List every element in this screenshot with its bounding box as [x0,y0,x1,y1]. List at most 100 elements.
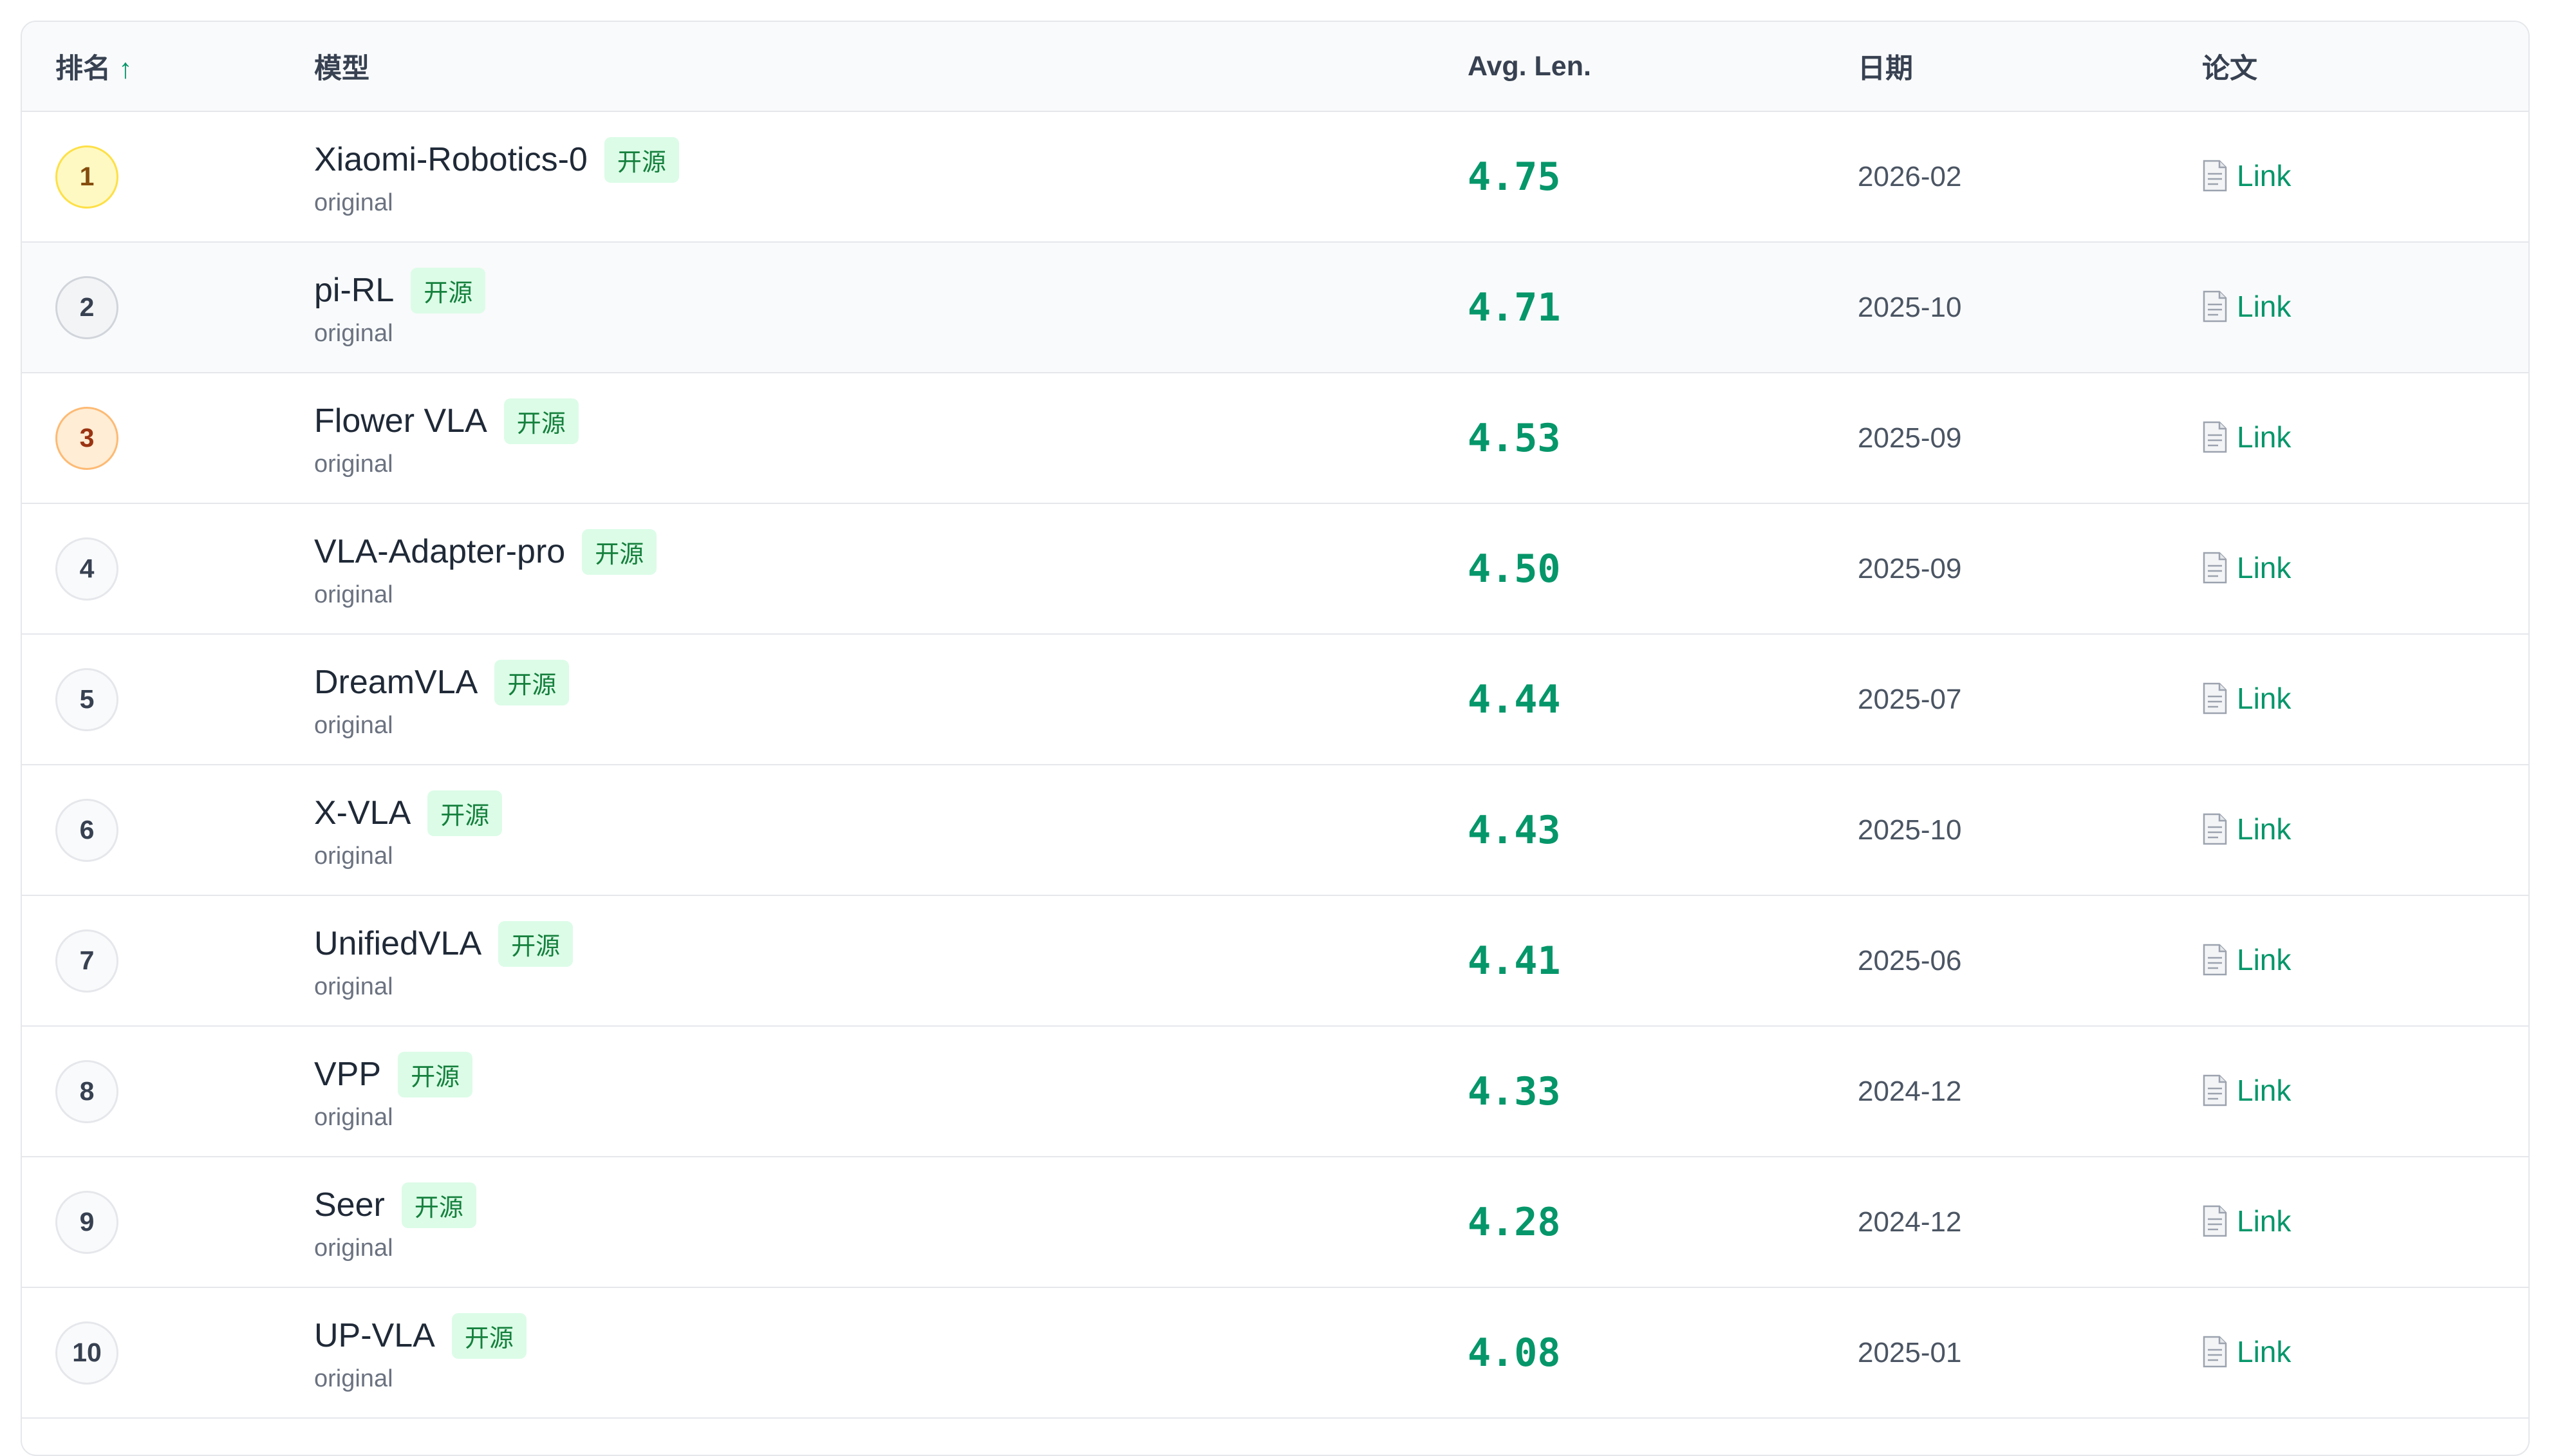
rank-cell: 4 [22,537,314,601]
document-icon [2203,1074,2227,1106]
model-name: UnifiedVLA [314,925,482,962]
rank-header-label: 排名 [55,53,111,84]
paper-link[interactable]: Link [2202,289,2291,324]
open-source-badge: 开源 [494,659,570,705]
rank-badge: 2 [55,275,118,339]
avg-len-cell: 4.08 [1468,1330,1858,1376]
date-cell: 2025-09 [1858,553,2202,585]
model-variant: original [314,1365,393,1392]
open-source-badge: 开源 [604,136,679,183]
paper-link[interactable]: Link [2202,158,2291,193]
paper-cell: Link [2202,420,2528,456]
model-cell: X-VLA 开源 original [314,790,1468,870]
avg-len-value: 4.71 [1468,285,1561,330]
table-row: 5 DreamVLA 开源 original 4.44 2025-07 Link [22,635,2528,765]
model-name: UP-VLA [314,1317,435,1354]
column-header-rank[interactable]: 排名 ↑ [22,46,314,86]
column-header-model[interactable]: 模型 [314,46,1468,86]
model-name: DreamVLA [314,664,478,701]
paper-link-label: Link [2237,1204,2292,1238]
paper-link-label: Link [2237,290,2292,323]
avg-len-value: 4.53 [1468,415,1561,461]
date-value: 2024-12 [1858,1075,1962,1107]
document-icon [2203,421,2227,453]
rank-cell: 9 [22,1190,314,1254]
rank-cell: 8 [22,1059,314,1123]
model-variant: original [314,711,393,739]
model-variant: original [314,319,393,347]
rank-badge: 8 [55,1059,118,1123]
avg-len-cell: 4.44 [1468,677,1858,722]
open-source-badge: 开源 [498,920,574,967]
model-variant: original [314,1103,393,1131]
paper-cell: Link [2202,681,2528,718]
model-variant: original [314,450,393,478]
paper-cell: Link [2202,289,2528,326]
paper-link-label: Link [2237,943,2292,976]
date-value: 2025-01 [1858,1336,1962,1368]
paper-link[interactable]: Link [2202,812,2291,846]
model-variant: original [314,1234,393,1262]
date-cell: 2025-06 [1858,945,2202,977]
rank-badge: 4 [55,537,118,601]
model-cell: Flower VLA 开源 original [314,398,1468,478]
date-value: 2025-10 [1858,291,1962,323]
paper-link[interactable]: Link [2202,550,2291,585]
date-cell: 2024-12 [1858,1206,2202,1238]
document-icon [2203,290,2227,322]
model-name: X-VLA [314,794,411,832]
rank-cell: 7 [22,929,314,993]
rank-badge: 10 [55,1321,118,1385]
avg-len-cell: 4.33 [1468,1069,1858,1114]
table-row: 7 UnifiedVLA 开源 original 4.41 2025-06 Li… [22,896,2528,1027]
column-header-avg-len[interactable]: Avg. Len. [1468,51,1858,82]
paper-cell: Link [2202,942,2528,979]
paper-link[interactable]: Link [2202,942,2291,977]
table-header: 排名 ↑ 模型 Avg. Len. 日期 论文 [22,22,2528,112]
column-header-paper[interactable]: 论文 [2202,46,2528,86]
date-cell: 2025-01 [1858,1337,2202,1369]
paper-link-label: Link [2237,1074,2292,1107]
paper-link-label: Link [2237,420,2292,454]
date-value: 2025-06 [1858,944,1962,976]
document-icon [2203,682,2227,714]
open-source-badge: 开源 [398,1051,473,1097]
paper-link[interactable]: Link [2202,1204,2291,1238]
date-value: 2026-02 [1858,160,1962,192]
paper-link-label: Link [2237,812,2292,846]
column-header-date[interactable]: 日期 [1858,46,2202,86]
avg-len-value: 4.28 [1468,1199,1561,1245]
table-row: 2 pi-RL 开源 original 4.71 2025-10 Link [22,243,2528,373]
model-name: VLA-Adapter-pro [314,533,566,570]
date-value: 2025-09 [1858,552,1962,584]
paper-link[interactable]: Link [2202,420,2291,454]
open-source-badge: 开源 [427,790,503,836]
avg-len-value: 4.75 [1468,154,1561,200]
model-cell: UP-VLA 开源 original [314,1312,1468,1393]
table-row: 3 Flower VLA 开源 original 4.53 2025-09 Li… [22,373,2528,504]
paper-link[interactable]: Link [2202,1073,2291,1108]
paper-link-label: Link [2237,551,2292,584]
paper-link-label: Link [2237,682,2292,715]
document-icon [2203,160,2227,192]
paper-link[interactable]: Link [2202,681,2291,716]
date-cell: 2025-10 [1858,814,2202,846]
avg-len-value: 4.50 [1468,546,1561,592]
avg-len-cell: 4.28 [1468,1200,1858,1245]
table-row: 1 Xiaomi-Robotics-0 开源 original 4.75 202… [22,112,2528,243]
avg-len-cell: 4.50 [1468,546,1858,592]
avg-len-cell: 4.41 [1468,938,1858,984]
rank-cell: 10 [22,1321,314,1385]
model-name: Seer [314,1186,385,1224]
model-variant: original [314,973,393,1000]
open-source-badge: 开源 [582,528,657,575]
avg-len-value: 4.33 [1468,1069,1561,1114]
rank-badge: 1 [55,145,118,209]
model-cell: VLA-Adapter-pro 开源 original [314,528,1468,609]
paper-link[interactable]: Link [2202,1334,2291,1369]
model-cell: VPP 开源 original [314,1051,1468,1132]
model-cell: pi-RL 开源 original [314,267,1468,348]
table-row: 6 X-VLA 开源 original 4.43 2025-10 Link [22,765,2528,896]
rank-cell: 6 [22,798,314,862]
model-name: Xiaomi-Robotics-0 [314,141,588,178]
